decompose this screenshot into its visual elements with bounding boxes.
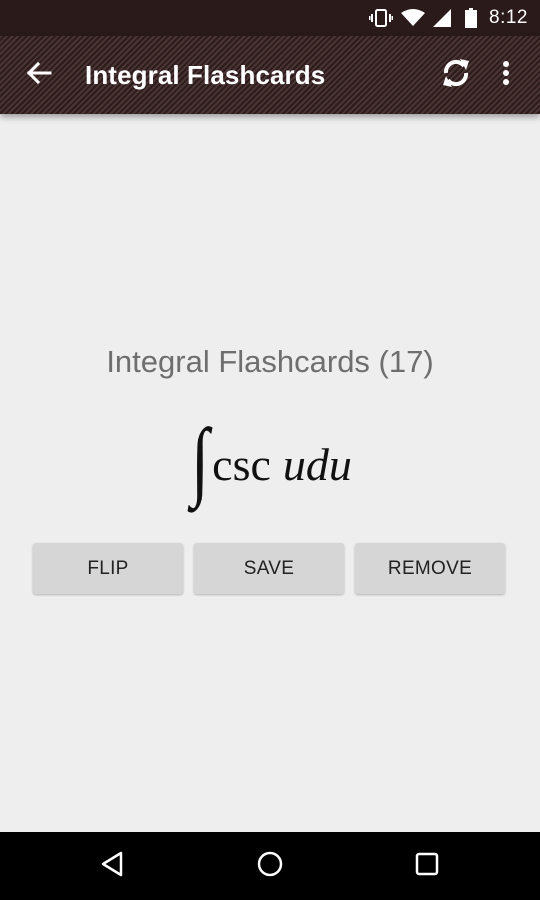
refresh-button[interactable]	[436, 55, 476, 95]
app-bar: Integral Flashcards	[0, 36, 540, 114]
nav-home-button[interactable]	[240, 846, 300, 886]
clock: 8:12	[489, 7, 528, 28]
battery-icon	[465, 8, 478, 28]
card-actions: FLIP SAVE REMOVE	[33, 543, 507, 595]
overflow-menu-button[interactable]	[492, 55, 520, 95]
flashcard-formula: ∫ csc udu	[0, 412, 540, 514]
nav-back-icon	[99, 850, 125, 883]
flashcard-content: Integral Flashcards (17) ∫ csc udu FLIP …	[0, 114, 540, 832]
vibrate-icon	[369, 9, 394, 27]
nav-back-button[interactable]	[82, 846, 142, 886]
refresh-icon	[439, 56, 473, 95]
nav-recents-button[interactable]	[397, 846, 457, 886]
overflow-menu-icon	[502, 60, 510, 91]
wifi-icon	[401, 9, 426, 27]
cell-signal-icon	[433, 9, 452, 27]
app-bar-title: Integral Flashcards	[85, 60, 326, 90]
formula-variable: udu	[282, 439, 352, 490]
navigation-bar	[0, 832, 540, 900]
save-button[interactable]: SAVE	[194, 543, 344, 594]
arrow-back-icon	[26, 61, 52, 90]
back-button[interactable]	[20, 57, 58, 93]
deck-title: Integral Flashcards (17)	[106, 344, 434, 379]
formula-function: csc	[212, 439, 271, 490]
flip-button[interactable]: FLIP	[33, 543, 183, 594]
nav-home-icon	[256, 850, 284, 883]
nav-recents-icon	[414, 851, 440, 882]
remove-button[interactable]: REMOVE	[355, 543, 505, 594]
status-bar: 8:12	[0, 0, 540, 36]
integral-symbol: ∫	[191, 412, 210, 509]
